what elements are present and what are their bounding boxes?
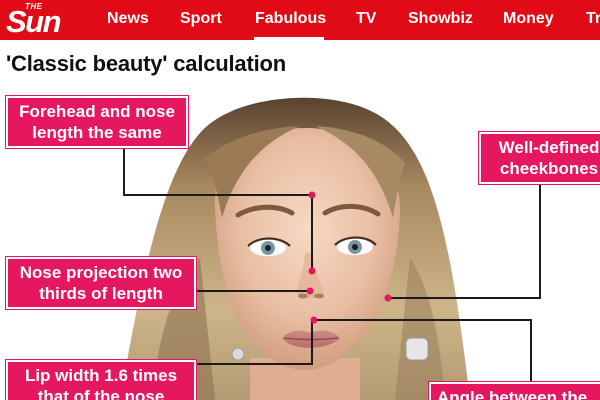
callout-angle: Angle between the bbox=[428, 381, 600, 400]
callout-lip-width: Lip width 1.6 times that of the nose bbox=[5, 359, 197, 400]
callout-cheekbones-line1: Well-defined bbox=[498, 138, 600, 157]
callout-forehead-nose-line1: Forehead and nose bbox=[19, 102, 175, 121]
nav-fabulous[interactable]: Fabulous bbox=[255, 10, 326, 28]
callout-lip-width-line1: Lip width 1.6 times bbox=[24, 366, 178, 385]
nav-travel-truncated[interactable]: Tr bbox=[586, 10, 600, 28]
top-nav-bar: THE Sun News Sport Fabulous TV Showbiz M… bbox=[0, 0, 600, 40]
callout-cheekbones-line2: cheekbones bbox=[499, 159, 599, 178]
callout-nose-projection: Nose projection two thirds of length bbox=[5, 256, 197, 310]
callout-nose-projection-line1: Nose projection two bbox=[19, 263, 183, 282]
the-sun-logo[interactable]: THE Sun bbox=[6, 1, 92, 39]
callout-nose-projection-line2: thirds of length bbox=[39, 284, 163, 303]
nav-money[interactable]: Money bbox=[503, 10, 554, 28]
nav-sport[interactable]: Sport bbox=[180, 10, 222, 28]
callout-angle-line1: Angle between the bbox=[437, 388, 588, 400]
callout-forehead-nose-line2: length the same bbox=[32, 123, 162, 142]
callout-forehead-nose: Forehead and nose length the same bbox=[5, 95, 189, 149]
logo-sun-text: Sun bbox=[6, 4, 62, 39]
nav-showbiz[interactable]: Showbiz bbox=[408, 10, 473, 28]
nav-news[interactable]: News bbox=[107, 10, 149, 28]
article-headline: 'Classic beauty' calculation bbox=[6, 51, 286, 76]
callout-lip-width-line2: that of the nose bbox=[37, 387, 165, 400]
nav-active-indicator bbox=[254, 37, 324, 40]
nav-tv[interactable]: TV bbox=[356, 10, 376, 28]
beauty-infographic: Forehead and nose length the same Well-d… bbox=[0, 88, 600, 400]
callout-cheekbones: Well-defined cheekbones bbox=[478, 131, 600, 185]
